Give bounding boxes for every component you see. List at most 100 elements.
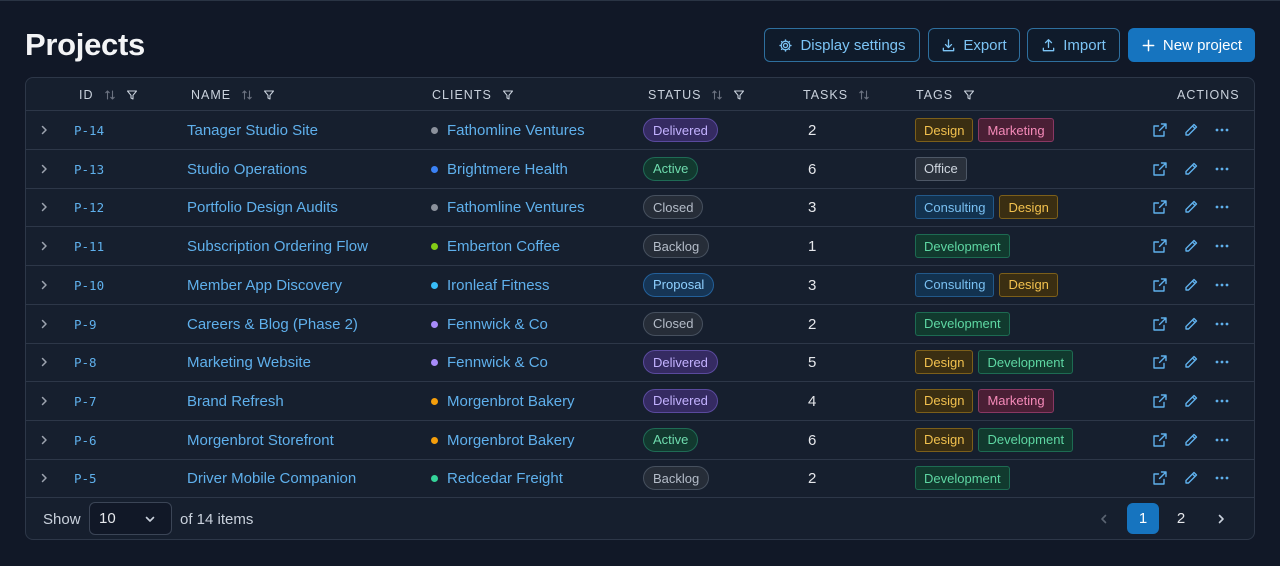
project-name-link[interactable]: Driver Mobile Companion xyxy=(187,470,356,487)
client-name[interactable]: Fennwick & Co xyxy=(447,354,548,371)
client-link[interactable]: Fennwick & Co xyxy=(431,316,548,333)
table-row[interactable]: P-10 Member App Discovery Ironleaf Fitne… xyxy=(26,266,1254,305)
table-row[interactable]: P-6 Morgenbrot Storefront Morgenbrot Bak… xyxy=(26,421,1254,460)
client-name[interactable]: Brightmere Health xyxy=(447,161,568,178)
project-name-link[interactable]: Marketing Website xyxy=(187,354,311,371)
edit-button[interactable] xyxy=(1183,277,1199,293)
table-row[interactable]: P-14 Tanager Studio Site Fathomline Vent… xyxy=(26,111,1254,150)
more-actions-button[interactable] xyxy=(1214,316,1230,332)
column-header-name[interactable]: NAME xyxy=(191,88,275,102)
more-actions-button[interactable] xyxy=(1214,432,1230,448)
more-actions-button[interactable] xyxy=(1214,238,1230,254)
edit-button[interactable] xyxy=(1183,122,1199,138)
project-id[interactable]: P-8 xyxy=(74,355,97,370)
column-header-clients[interactable]: CLIENTS xyxy=(432,88,514,102)
open-external-button[interactable] xyxy=(1152,199,1168,215)
new-project-button[interactable]: New project xyxy=(1128,28,1255,62)
project-id[interactable]: P-14 xyxy=(74,123,104,138)
more-actions-button[interactable] xyxy=(1214,470,1230,486)
client-link[interactable]: Fennwick & Co xyxy=(431,354,548,371)
client-link[interactable]: Redcedar Freight xyxy=(431,470,563,487)
chevron-right-icon[interactable] xyxy=(36,277,52,293)
client-link[interactable]: Fathomline Ventures xyxy=(431,199,585,216)
open-external-button[interactable] xyxy=(1152,316,1168,332)
more-actions-button[interactable] xyxy=(1214,122,1230,138)
page-button-2[interactable]: 2 xyxy=(1165,503,1197,534)
project-id[interactable]: P-7 xyxy=(74,394,97,409)
column-header-id[interactable]: ID xyxy=(79,88,138,102)
client-name[interactable]: Fathomline Ventures xyxy=(447,122,585,139)
table-row[interactable]: P-7 Brand Refresh Morgenbrot Bakery Deli… xyxy=(26,382,1254,421)
edit-button[interactable] xyxy=(1183,470,1199,486)
edit-button[interactable] xyxy=(1183,393,1199,409)
table-row[interactable]: P-11 Subscription Ordering Flow Emberton… xyxy=(26,227,1254,267)
project-id[interactable]: P-5 xyxy=(74,471,97,486)
chevron-right-icon[interactable] xyxy=(36,122,52,138)
chevron-right-icon[interactable] xyxy=(36,161,52,177)
previous-page-button[interactable] xyxy=(1088,503,1120,534)
import-button[interactable]: Import xyxy=(1027,28,1120,62)
chevron-right-icon[interactable] xyxy=(36,393,52,409)
project-name-link[interactable]: Careers & Blog (Phase 2) xyxy=(187,316,358,333)
chevron-right-icon[interactable] xyxy=(36,354,52,370)
page-size-select[interactable]: 10 xyxy=(89,502,172,535)
table-row[interactable]: P-12 Portfolio Design Audits Fathomline … xyxy=(26,188,1254,228)
project-id[interactable]: P-6 xyxy=(74,433,97,448)
column-header-tasks[interactable]: TASKS xyxy=(803,88,870,102)
table-row[interactable]: P-8 Marketing Website Fennwick & Co Deli… xyxy=(26,343,1254,383)
client-name[interactable]: Fathomline Ventures xyxy=(447,199,585,216)
column-header-tags[interactable]: TAGS xyxy=(916,88,975,102)
more-actions-button[interactable] xyxy=(1214,393,1230,409)
edit-button[interactable] xyxy=(1183,316,1199,332)
export-button[interactable]: Export xyxy=(928,28,1020,62)
edit-button[interactable] xyxy=(1183,432,1199,448)
column-header-status[interactable]: STATUS xyxy=(648,88,745,102)
client-name[interactable]: Morgenbrot Bakery xyxy=(447,393,575,410)
project-name-link[interactable]: Subscription Ordering Flow xyxy=(187,238,368,255)
table-row[interactable]: P-13 Studio Operations Brightmere Health… xyxy=(26,150,1254,189)
edit-button[interactable] xyxy=(1183,199,1199,215)
open-external-button[interactable] xyxy=(1152,354,1168,370)
open-external-button[interactable] xyxy=(1152,238,1168,254)
project-id[interactable]: P-9 xyxy=(74,317,97,332)
chevron-right-icon[interactable] xyxy=(36,470,52,486)
client-name[interactable]: Ironleaf Fitness xyxy=(447,277,550,294)
project-name-link[interactable]: Tanager Studio Site xyxy=(187,122,318,139)
client-link[interactable]: Fathomline Ventures xyxy=(431,122,585,139)
project-id[interactable]: P-10 xyxy=(74,278,104,293)
project-name-link[interactable]: Brand Refresh xyxy=(187,393,284,410)
project-name-link[interactable]: Morgenbrot Storefront xyxy=(187,432,334,449)
more-actions-button[interactable] xyxy=(1214,199,1230,215)
chevron-right-icon[interactable] xyxy=(36,316,52,332)
client-name[interactable]: Fennwick & Co xyxy=(447,316,548,333)
project-name-link[interactable]: Studio Operations xyxy=(187,161,307,178)
open-external-button[interactable] xyxy=(1152,470,1168,486)
table-row[interactable]: P-5 Driver Mobile Companion Redcedar Fre… xyxy=(26,459,1254,499)
project-name-link[interactable]: Member App Discovery xyxy=(187,277,342,294)
table-row[interactable]: P-9 Careers & Blog (Phase 2) Fennwick & … xyxy=(26,305,1254,344)
edit-button[interactable] xyxy=(1183,161,1199,177)
client-link[interactable]: Emberton Coffee xyxy=(431,238,560,255)
filter-icon[interactable] xyxy=(263,89,275,101)
page-button-1[interactable]: 1 xyxy=(1127,503,1159,534)
sort-icon[interactable] xyxy=(241,89,253,101)
sort-icon[interactable] xyxy=(104,89,116,101)
client-link[interactable]: Ironleaf Fitness xyxy=(431,277,550,294)
edit-button[interactable] xyxy=(1183,354,1199,370)
more-actions-button[interactable] xyxy=(1214,354,1230,370)
client-name[interactable]: Redcedar Freight xyxy=(447,470,563,487)
client-link[interactable]: Brightmere Health xyxy=(431,161,568,178)
more-actions-button[interactable] xyxy=(1214,161,1230,177)
filter-icon[interactable] xyxy=(733,89,745,101)
more-actions-button[interactable] xyxy=(1214,277,1230,293)
project-id[interactable]: P-12 xyxy=(74,200,104,215)
open-external-button[interactable] xyxy=(1152,277,1168,293)
open-external-button[interactable] xyxy=(1152,122,1168,138)
chevron-right-icon[interactable] xyxy=(36,432,52,448)
project-id[interactable]: P-11 xyxy=(74,239,104,254)
chevron-right-icon[interactable] xyxy=(36,238,52,254)
filter-icon[interactable] xyxy=(502,89,514,101)
client-link[interactable]: Morgenbrot Bakery xyxy=(431,432,575,449)
client-link[interactable]: Morgenbrot Bakery xyxy=(431,393,575,410)
chevron-right-icon[interactable] xyxy=(36,199,52,215)
